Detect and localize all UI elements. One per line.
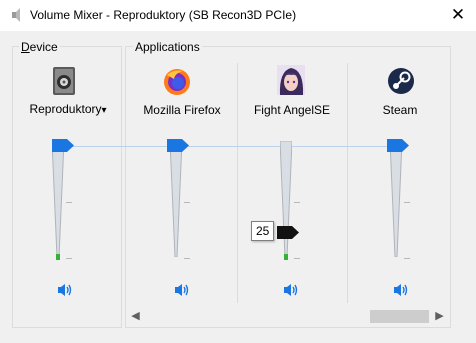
speaker-device-icon — [53, 67, 75, 95]
firefox-icon — [164, 69, 190, 95]
mixer-content: Device Applications Reproduktory▾ Mozill… — [0, 31, 476, 343]
fight-angel-icon — [277, 65, 305, 95]
scrollbar-thumb[interactable] — [370, 310, 429, 323]
device-selector[interactable]: Reproduktory▾ — [20, 102, 116, 116]
volume-track — [52, 141, 64, 257]
window-title: Volume Mixer - Reproduktory (SB Recon3D … — [30, 8, 297, 22]
tick-mark — [66, 202, 72, 203]
mute-speaker-icon[interactable] — [283, 282, 299, 298]
channel-label: Fight AngelSE — [253, 103, 331, 117]
mute-speaker-icon[interactable] — [393, 282, 409, 298]
master-volume-line — [72, 146, 392, 147]
tick-mark — [404, 202, 410, 203]
mute-speaker-icon[interactable] — [174, 282, 190, 298]
scroll-left-arrow[interactable]: ◀ — [127, 308, 144, 325]
tick-mark — [294, 202, 300, 203]
channel-label: Mozilla Firefox — [143, 103, 221, 117]
tick-mark — [184, 202, 190, 203]
volume-track — [390, 141, 402, 257]
volume-slider-thumb[interactable] — [52, 139, 74, 152]
tick-mark — [66, 258, 72, 259]
column-separator — [347, 63, 348, 303]
peak-meter-level — [56, 254, 60, 260]
mute-speaker-icon[interactable] — [57, 282, 73, 298]
column-separator — [237, 63, 238, 303]
channel-label: Steam — [382, 103, 418, 117]
tick-mark — [404, 258, 410, 259]
volume-track — [170, 141, 182, 257]
volume-slider-thumb[interactable] — [277, 226, 299, 239]
speaker-icon — [12, 8, 20, 22]
volume-track — [280, 141, 292, 257]
peak-meter-level — [284, 254, 288, 260]
applications-group-label: Applications — [133, 40, 202, 54]
steam-icon — [388, 68, 414, 94]
close-button[interactable]: ✕ — [444, 2, 472, 28]
tick-mark — [294, 258, 300, 259]
volume-slider-thumb[interactable] — [387, 139, 409, 152]
horizontal-scrollbar[interactable]: ◀ ▶ — [127, 308, 448, 325]
tick-mark — [184, 258, 190, 259]
device-group-label: Device — [19, 40, 60, 54]
scroll-right-arrow[interactable]: ▶ — [431, 308, 448, 325]
title-bar: Volume Mixer - Reproduktory (SB Recon3D … — [0, 0, 476, 31]
volume-slider-thumb[interactable] — [167, 139, 189, 152]
volume-tooltip: 25 — [251, 221, 275, 241]
